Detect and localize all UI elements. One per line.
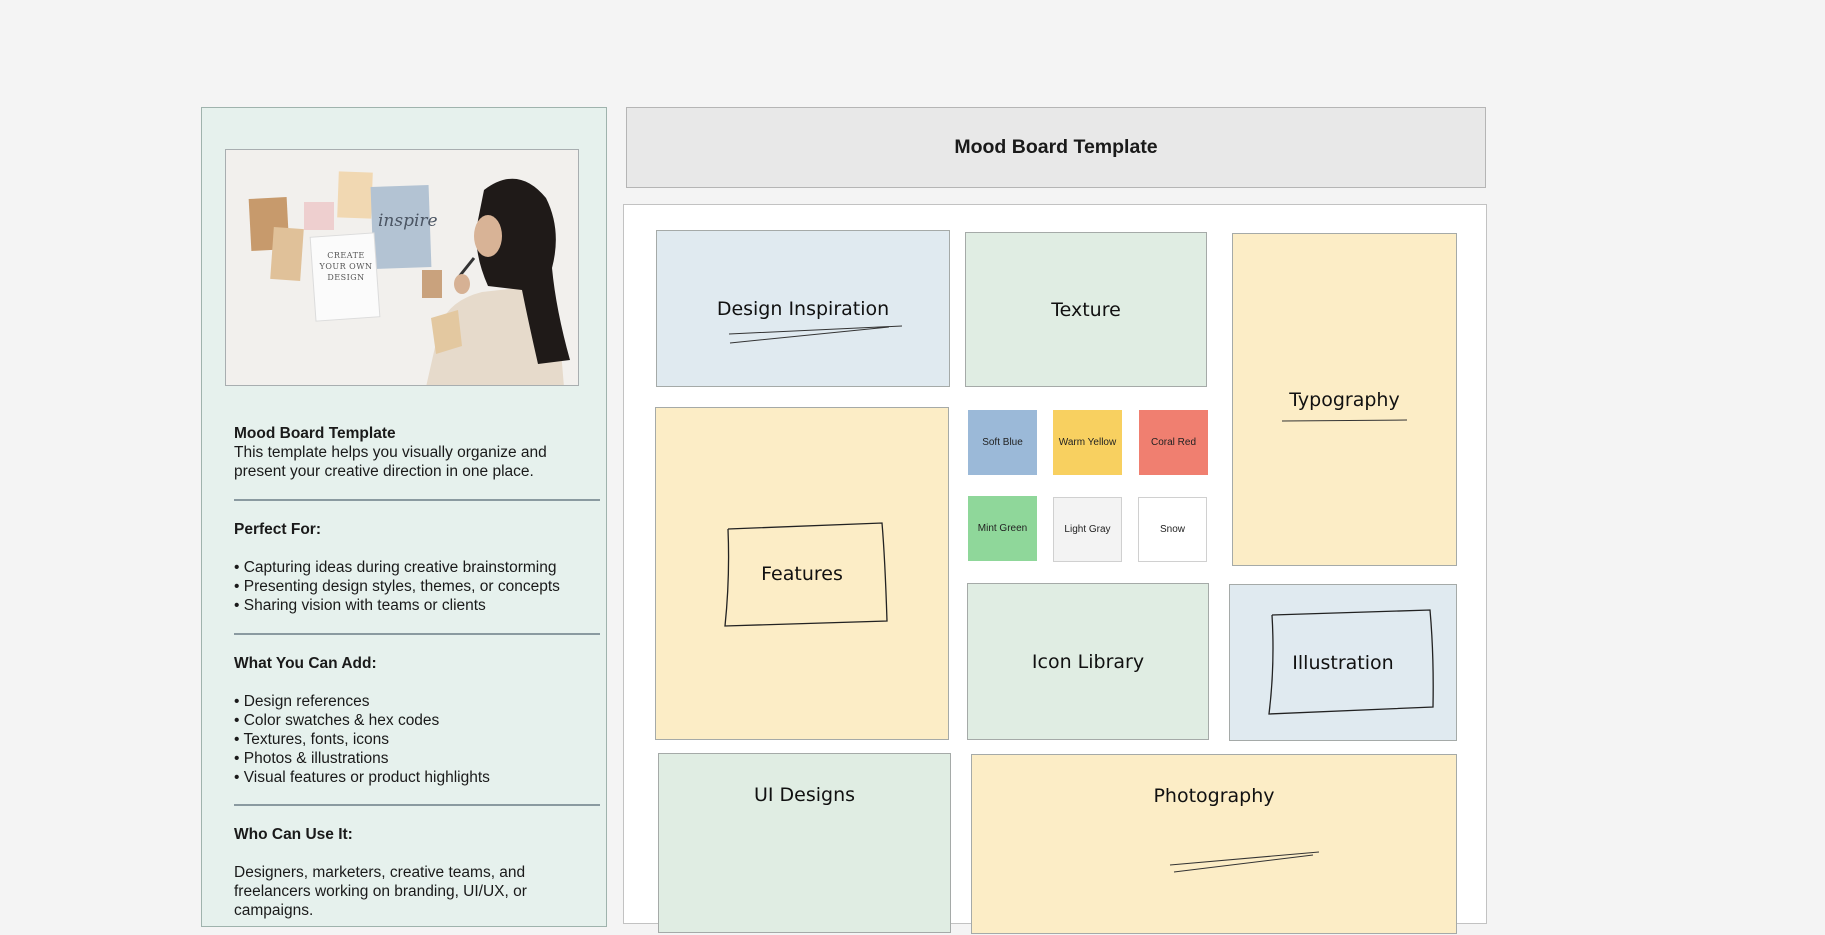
info-description: This template helps you visually organiz… [234,444,547,480]
list-item: Textures, fonts, icons [234,730,604,749]
list-item: Photos & illustrations [234,749,604,768]
card-label: Photography [1153,785,1275,807]
section-divider [234,804,600,806]
card-features[interactable]: Features [655,407,949,740]
swatch-warm-yellow[interactable]: Warm Yellow [1053,410,1122,475]
what-you-can-add-list: Design references Color swatches & hex c… [234,692,604,787]
card-illustration[interactable]: Illustration [1229,584,1457,741]
card-typography[interactable]: Typography [1232,233,1457,566]
card-label: UI Designs [753,784,856,806]
card-photography[interactable]: Photography [971,754,1457,934]
mood-board-photo[interactable]: inspire CREATE YOUR OWN DESIGN [225,149,579,386]
swatch-soft-blue[interactable]: Soft Blue [968,410,1037,475]
card-label: Icon Library [1031,650,1145,673]
swatch-label: Light Gray [1064,524,1111,535]
section-divider [234,633,600,635]
info-panel: inspire CREATE YOUR OWN DESIGN Mood Boar… [201,107,607,927]
perfect-for-list: Capturing ideas during creative brainsto… [234,558,604,615]
card-label: Typography [1289,388,1400,411]
swatch-mint-green[interactable]: Mint Green [968,496,1037,561]
list-item: Visual features or product highlights [234,768,604,787]
card-icon-library[interactable]: Icon Library [967,583,1209,740]
underline-scribble-icon [1169,851,1320,873]
swatch-label: Coral Red [1150,437,1197,448]
list-item: Color swatches & hex codes [234,711,604,730]
card-label: Features [761,562,843,585]
card-label: Texture [1051,298,1121,321]
swatch-label: Warm Yellow [1058,437,1117,448]
who-can-use-text: Designers, marketers, creative teams, an… [234,864,527,919]
photo-poster-text: CREATE YOUR OWN DESIGN [319,251,373,282]
list-item: Design references [234,692,604,711]
board-title: Mood Board Template [954,136,1158,158]
card-design-inspiration[interactable]: Design Inspiration [656,230,950,387]
info-title: Mood Board Template [234,425,396,442]
swatch-label: Mint Green [977,523,1028,534]
photo-sticky-text: inspire [378,211,438,231]
swatch-label: Soft Blue [982,437,1023,448]
swatch-snow[interactable]: Snow [1138,497,1207,562]
swatch-coral-red[interactable]: Coral Red [1139,410,1208,475]
swatch-label: Snow [1159,524,1185,535]
what-you-can-add-heading: What You Can Add: [234,655,377,672]
list-item: Sharing vision with teams or clients [234,596,604,615]
card-label: Illustration [1292,651,1394,674]
mood-board-canvas[interactable]: Design Inspiration Texture Typography Fe… [623,204,1487,934]
list-item: Presenting design styles, themes, or con… [234,577,604,596]
swatch-light-gray[interactable]: Light Gray [1053,497,1122,562]
photo-illustration: inspire CREATE YOUR OWN DESIGN [226,150,578,385]
info-intro: Mood Board Template This template helps … [234,424,604,481]
perfect-for-heading: Perfect For: [234,521,321,538]
list-item: Capturing ideas during creative brainsto… [234,558,604,577]
section-divider [234,499,600,501]
card-texture[interactable]: Texture [965,232,1207,387]
card-label: Design Inspiration [716,297,890,320]
card-ui-designs[interactable]: UI Designs [658,753,951,933]
who-can-use-heading: Who Can Use It: [234,826,353,843]
board-title-bar[interactable]: Mood Board Template [626,107,1486,188]
